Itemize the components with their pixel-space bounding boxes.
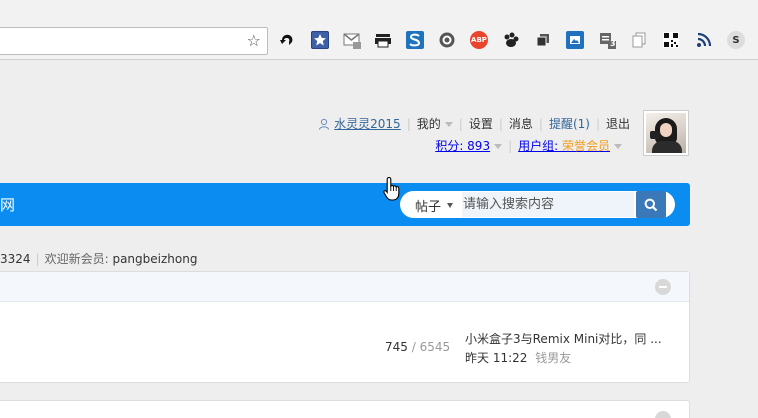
divider: | [498, 116, 503, 131]
copy-icon[interactable] [630, 31, 648, 49]
s-extension-icon[interactable] [406, 31, 424, 49]
user-group-label: 用户组: [518, 139, 562, 153]
settings-link[interactable]: 设置 [469, 115, 493, 132]
search-input[interactable] [462, 192, 634, 217]
divider: | [595, 116, 600, 131]
main-nav-bar: 网 帖子 [0, 183, 690, 226]
chevron-down-icon [444, 122, 453, 127]
divider: | [508, 138, 513, 153]
bookmark-star-icon[interactable]: ☆ [247, 31, 261, 51]
page: 水灵灵2015 | 我的 | 设置 | 消息 | 提醒(1) | 退出 积分: … [0, 60, 758, 418]
new-member-link[interactable]: pangbeizhong [112, 252, 197, 266]
chevron-down-icon [447, 203, 454, 208]
stack-icon[interactable] [534, 31, 552, 49]
thread-count: 745 [385, 340, 408, 354]
search-type-select[interactable]: 帖子 [415, 196, 454, 215]
s-circle-icon[interactable]: S [727, 31, 745, 49]
forum-counts: 745 / 6545 [385, 340, 450, 354]
category-header [0, 272, 689, 302]
user-group-link[interactable]: 用户组: 荣誉会员 [518, 137, 622, 154]
my-menu-link[interactable]: 我的 [417, 115, 453, 132]
divider: | [406, 116, 411, 131]
collapse-icon[interactable] [655, 411, 671, 418]
photo-icon[interactable] [566, 31, 584, 49]
avatar-image [646, 113, 686, 153]
avatar[interactable] [643, 110, 689, 156]
points-label: 积分: 893 [435, 139, 491, 153]
rss-icon[interactable] [695, 31, 713, 49]
reminders-link[interactable]: 提醒(1) [549, 115, 590, 132]
browser-toolbar: ☆ ABP 3 S [0, 0, 758, 60]
user-icon [319, 118, 330, 130]
username-link[interactable]: 水灵灵2015 [334, 115, 401, 132]
search-box: 帖子 [400, 191, 675, 218]
search-button[interactable] [636, 191, 666, 218]
chevron-down-icon [494, 144, 503, 149]
search-icon [644, 198, 658, 211]
target-icon[interactable] [438, 31, 456, 49]
search-type-label: 帖子 [415, 200, 442, 215]
logout-link[interactable]: 退出 [606, 115, 630, 132]
forum-category-box: 745 / 6545 小米盒子3与Remix Mini对比，同 ... 昨天 1… [0, 271, 690, 383]
divider: | [538, 116, 543, 131]
last-post-time: 昨天 11:22 [465, 351, 528, 365]
post-count: 6545 [419, 340, 451, 354]
last-post-meta: 昨天 11:22 钱男友 [465, 349, 571, 366]
site-name[interactable]: 网 [0, 195, 15, 215]
collapse-icon[interactable] [655, 279, 671, 295]
undo-icon[interactable] [278, 31, 296, 49]
abp-icon[interactable]: ABP [470, 31, 488, 49]
messages-link[interactable]: 消息 [509, 115, 533, 132]
last-post-title-link[interactable]: 小米盒子3与Remix Mini对比，同 ... [465, 330, 662, 347]
printer-icon[interactable] [374, 31, 392, 49]
user-stats: 积分: 893 | 用户组: 荣誉会员 [435, 137, 622, 154]
notes-icon[interactable]: 3 [598, 31, 616, 49]
address-bar[interactable]: ☆ [0, 27, 268, 55]
gmail-icon[interactable] [343, 31, 361, 49]
last-post-author-link[interactable]: 钱男友 [535, 351, 571, 365]
site-stats: 3324 | 欢迎新会员: pangbeizhong [0, 250, 197, 267]
member-count: 3324 [0, 252, 31, 266]
qr-code-icon[interactable] [662, 31, 680, 49]
divider: | [458, 116, 463, 131]
my-menu-label: 我的 [416, 117, 441, 131]
paw-icon[interactable] [502, 31, 520, 49]
welcome-label: 欢迎新会员: [44, 252, 113, 266]
forum-category-box-2 [0, 400, 690, 418]
user-toolbar: 水灵灵2015 | 我的 | 设置 | 消息 | 提醒(1) | 退出 [318, 115, 630, 132]
chevron-down-icon [614, 144, 622, 149]
points-link[interactable]: 积分: 893 [435, 137, 503, 154]
bookmark-star-icon[interactable] [311, 31, 329, 49]
divider: | [35, 252, 40, 266]
user-group-name: 荣誉会员 [561, 139, 610, 153]
hand-cursor-icon [383, 176, 400, 201]
notes-badge: 3 [610, 39, 616, 48]
divider: / [411, 340, 420, 354]
